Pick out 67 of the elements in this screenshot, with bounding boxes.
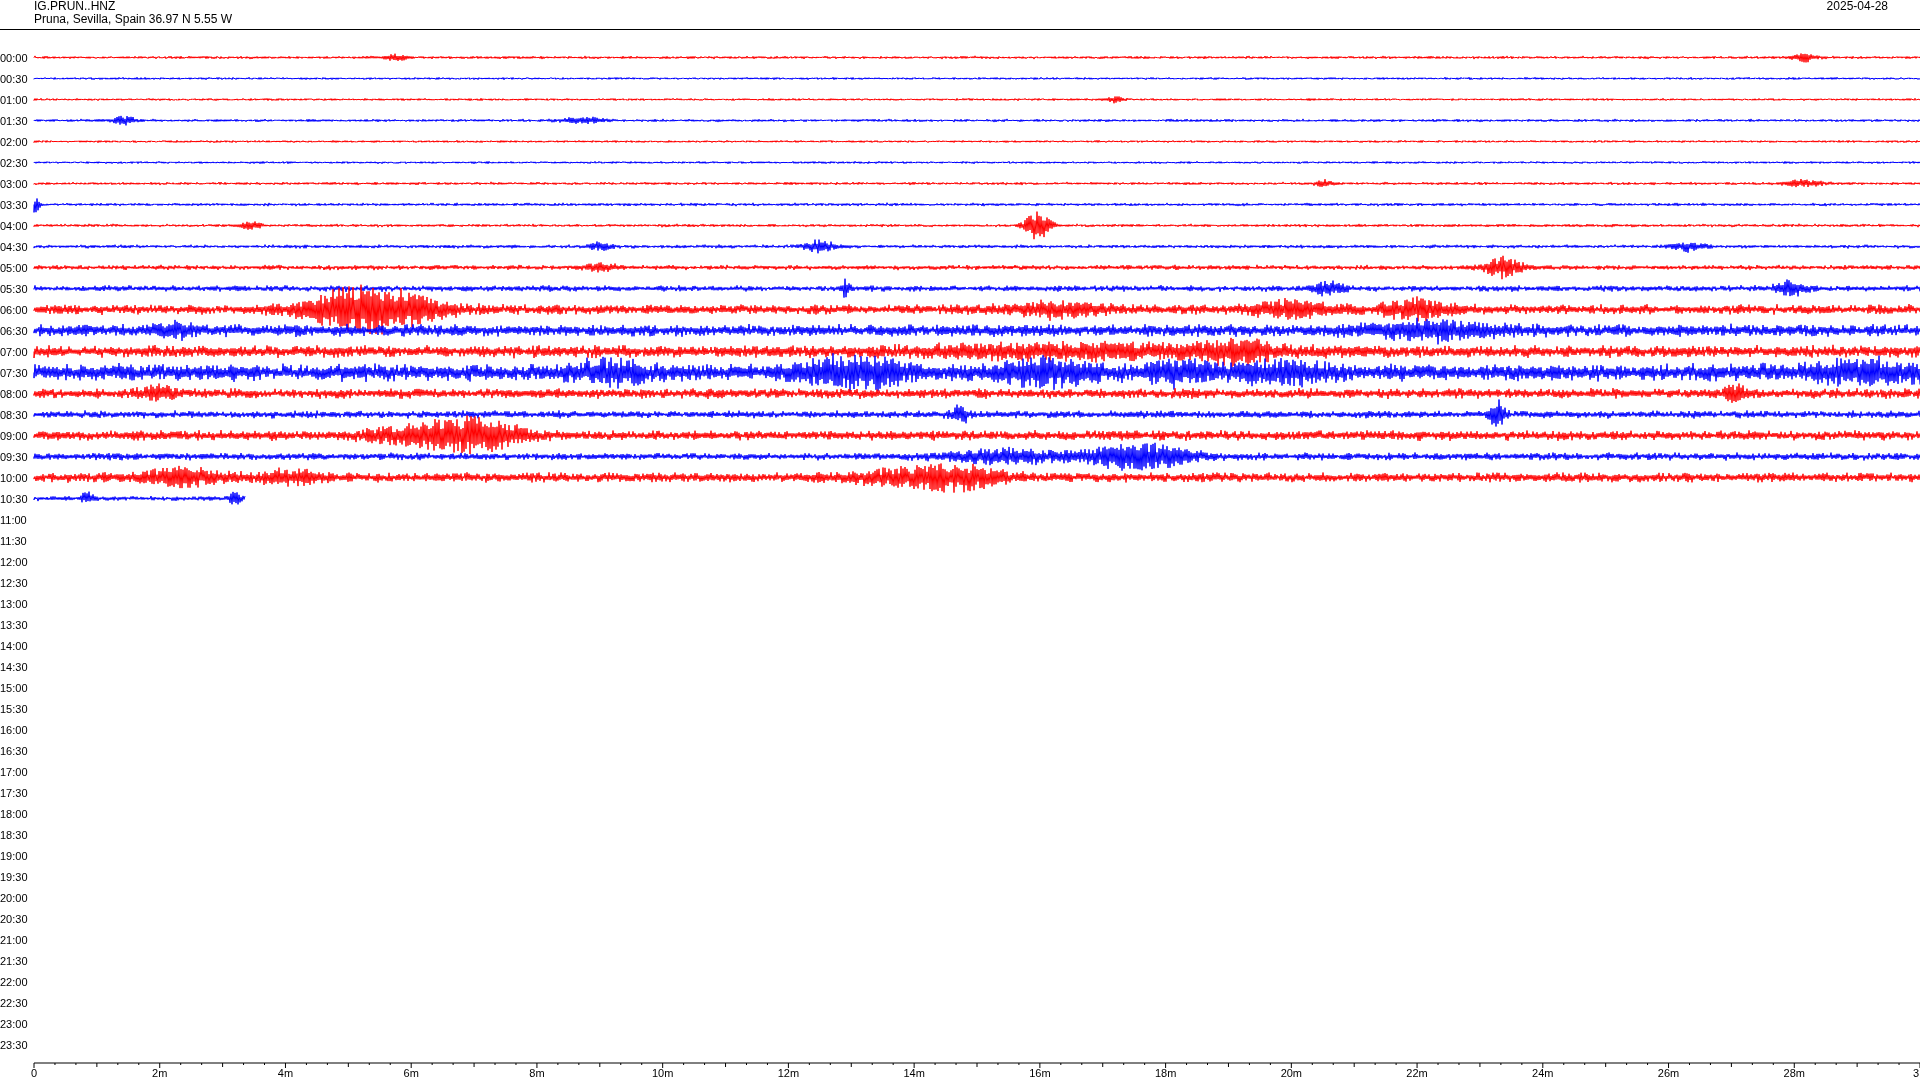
hour-label: 22:00	[0, 975, 29, 988]
hour-label: 21:00	[0, 933, 29, 946]
hour-label: 11:30	[0, 534, 28, 547]
hour-label: 00:30	[0, 72, 29, 85]
hour-label: 03:00	[0, 177, 29, 190]
hour-label: 12:30	[0, 576, 29, 589]
hour-label: 08:00	[0, 387, 29, 400]
axis-label: 2m	[152, 1067, 168, 1079]
axis-label: 12m	[777, 1067, 800, 1079]
hour-label: 23:30	[0, 1038, 29, 1051]
hour-label: 02:00	[0, 135, 29, 148]
hour-label: 10:00	[0, 471, 29, 484]
hour-label: 16:30	[0, 744, 29, 757]
hour-label: 22:30	[0, 996, 29, 1009]
hour-label: 23:00	[0, 1017, 29, 1030]
hour-label: 07:30	[0, 366, 29, 379]
axis-label: 3	[1913, 1067, 1920, 1079]
hour-label: 11:00	[0, 513, 28, 526]
station-location: Pruna, Sevilla, Spain 36.97 N 5.55 W	[34, 13, 233, 26]
hour-label: 06:30	[0, 324, 29, 337]
hour-label: 10:30	[0, 492, 29, 505]
hour-label: 17:00	[0, 765, 29, 778]
hour-label: 07:00	[0, 345, 29, 358]
axis-label: 4m	[277, 1067, 294, 1079]
hour-label: 20:00	[0, 891, 29, 904]
hour-label: 13:30	[0, 618, 29, 631]
hour-label: 12:00	[0, 555, 29, 568]
hour-label: 15:30	[0, 702, 29, 715]
hour-label: 14:00	[0, 639, 29, 652]
axis-label: 28m	[1783, 1067, 1805, 1079]
hour-label: 13:00	[0, 597, 29, 610]
hour-label: 01:30	[0, 114, 29, 127]
hour-label: 18:00	[0, 807, 29, 820]
axis-label: 14m	[903, 1067, 925, 1079]
hour-label: 01:00	[0, 93, 29, 106]
hour-label: 15:00	[0, 681, 29, 694]
hour-label: 20:30	[0, 912, 29, 925]
hour-label: 04:30	[0, 240, 29, 253]
axis-label: 8m	[529, 1067, 545, 1079]
hour-label: 18:30	[0, 828, 29, 841]
hour-label: 03:30	[0, 198, 29, 211]
hour-label: 04:00	[0, 219, 29, 232]
hour-label: 05:00	[0, 261, 29, 274]
hour-label: 09:00	[0, 429, 29, 442]
hour-label: 06:00	[0, 303, 29, 316]
axis-label: 10m	[651, 1067, 674, 1079]
axis-label: 26m	[1657, 1067, 1680, 1079]
hour-label: 09:30	[0, 450, 29, 463]
axis-label: 0	[30, 1067, 38, 1079]
hour-label: 02:30	[0, 156, 29, 169]
station-code: IG.PRUN..HNZ	[34, 0, 117, 13]
axis-label: 18m	[1154, 1067, 1177, 1079]
axis-label: 22m	[1406, 1067, 1428, 1079]
plot-date: 2025-04-28	[1826, 0, 1888, 13]
hour-label: 14:30	[0, 660, 29, 673]
axis-label: 16m	[1029, 1067, 1051, 1079]
hour-label: 19:00	[0, 849, 29, 862]
hour-label: 00:00	[0, 51, 29, 64]
hour-label: 08:30	[0, 408, 29, 421]
hour-label: 16:00	[0, 723, 29, 736]
axis-label: 20m	[1280, 1067, 1303, 1079]
hour-label: 05:30	[0, 282, 29, 295]
axis-label: 24m	[1532, 1067, 1554, 1079]
axis-label: 6m	[403, 1067, 419, 1079]
hour-label: 17:30	[0, 786, 29, 799]
hour-label: 21:30	[0, 954, 29, 967]
hour-label: 19:30	[0, 870, 29, 883]
